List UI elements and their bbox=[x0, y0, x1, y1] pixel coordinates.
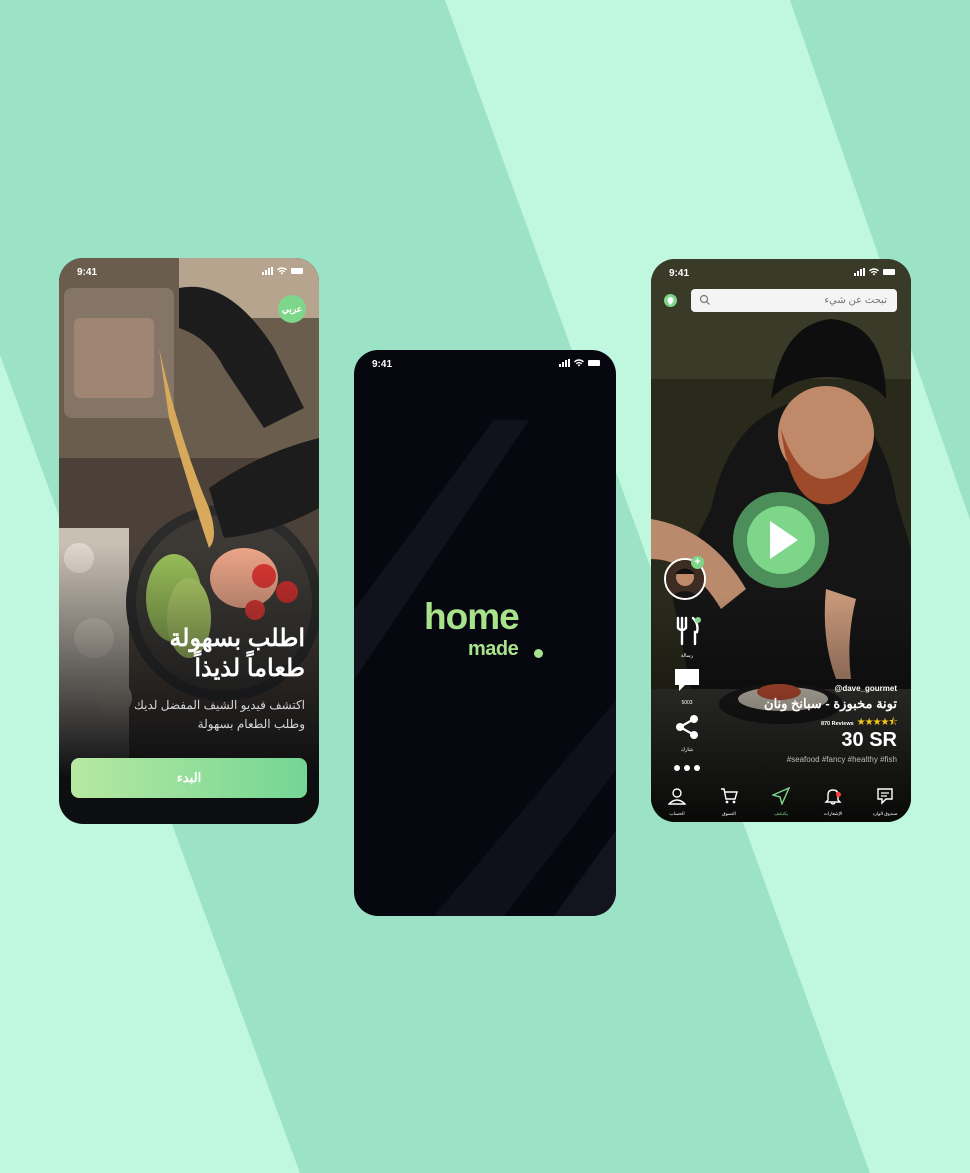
share-icon bbox=[676, 715, 698, 739]
status-time: 9:41 bbox=[77, 267, 98, 278]
send-icon bbox=[770, 786, 791, 807]
bottom-nav: الحساب التسوق يكتشف الإشعارات صندوق الوا… bbox=[651, 786, 911, 822]
dish-title: تونة مخبوزة - سبانخ ونان bbox=[764, 696, 897, 711]
wifi-icon bbox=[869, 268, 879, 276]
start-button[interactable]: البدء bbox=[71, 758, 307, 798]
follow-plus-icon[interactable]: + bbox=[691, 556, 704, 569]
status-time: 9:41 bbox=[372, 359, 393, 370]
play-button[interactable] bbox=[732, 491, 830, 589]
logo-home: home bbox=[424, 596, 520, 637]
status-bar: 9:41 bbox=[354, 350, 616, 372]
more-options-button[interactable] bbox=[663, 759, 711, 777]
search-input[interactable] bbox=[691, 289, 897, 312]
price: 30 SR bbox=[841, 729, 897, 751]
nav-notifications-label: الإشعارات bbox=[823, 811, 843, 816]
comment-action[interactable]: 5003 bbox=[663, 667, 711, 706]
nav-account[interactable]: الحساب bbox=[652, 787, 702, 822]
order-action[interactable]: رسالة bbox=[663, 616, 711, 659]
status-bar: 9:41 bbox=[59, 258, 319, 280]
splash-screen: 9:41 home made bbox=[354, 350, 616, 916]
battery-icon bbox=[588, 360, 600, 366]
comment-count: 5003 bbox=[681, 700, 693, 706]
comment-icon bbox=[675, 669, 699, 691]
notification-dot bbox=[836, 792, 841, 797]
onboarding-headline: اطلب بسهولة طعاماً لذيذاً bbox=[75, 624, 305, 684]
signal-icon bbox=[559, 359, 570, 367]
nav-discover-label: يكتشف bbox=[774, 811, 788, 816]
battery-icon bbox=[291, 268, 303, 274]
subtitle-line-1: اكتشف فيديو الشيف المفضل لديك bbox=[134, 698, 305, 712]
share-label: شارك bbox=[680, 747, 694, 753]
search-icon bbox=[699, 294, 710, 305]
nav-shop-label: التسوق bbox=[722, 811, 736, 816]
language-toggle-button[interactable]: عربي bbox=[278, 295, 306, 323]
fork-knife-icon bbox=[676, 616, 701, 646]
review-count: 870 Reviews bbox=[820, 720, 854, 727]
signal-icon bbox=[262, 267, 273, 275]
share-action[interactable]: شارك bbox=[663, 714, 711, 753]
battery-icon bbox=[883, 269, 895, 275]
nav-notifications[interactable]: الإشعارات bbox=[808, 787, 858, 822]
user-icon bbox=[667, 788, 687, 805]
hashtags: #seafood #fancy #healthy #fish bbox=[786, 755, 897, 764]
logo-made: made bbox=[468, 638, 519, 660]
chef-handle[interactable]: @dave_gourmet bbox=[835, 684, 897, 693]
onboarding-subtitle: اكتشف فيديو الشيف المفضل لديك وطلب الطعا… bbox=[75, 696, 305, 734]
nav-discover[interactable]: يكتشف bbox=[756, 786, 806, 822]
status-time: 9:41 bbox=[669, 268, 690, 279]
order-action-label: رسالة bbox=[680, 653, 694, 659]
nav-inbox-label: صندوق الوارد bbox=[872, 811, 898, 816]
nav-shop[interactable]: التسوق bbox=[704, 787, 754, 822]
signal-icon bbox=[854, 268, 865, 276]
wifi-icon bbox=[277, 267, 287, 275]
status-bar: 9:41 bbox=[651, 259, 911, 281]
headline-line-1: اطلب بسهولة bbox=[169, 625, 305, 652]
headline-line-2: طعاماً لذيذاً bbox=[194, 655, 305, 682]
nav-account-label: الحساب bbox=[669, 811, 685, 816]
onboarding-screen: 9:41 عربي اطلب بسهولة طعاماً لذيذاً اكتش… bbox=[59, 258, 319, 824]
location-pin-icon[interactable] bbox=[664, 294, 677, 307]
video-feed-screen: 9:41 + رسالة 5003 bbox=[651, 259, 911, 822]
cart-icon bbox=[721, 788, 738, 804]
more-icon bbox=[674, 765, 700, 771]
logo-dot bbox=[534, 649, 543, 658]
subtitle-line-2: وطلب الطعام بسهولة bbox=[197, 717, 305, 731]
nav-inbox[interactable]: صندوق الوارد bbox=[860, 787, 910, 822]
wifi-icon bbox=[574, 359, 584, 367]
inbox-icon bbox=[877, 788, 893, 805]
